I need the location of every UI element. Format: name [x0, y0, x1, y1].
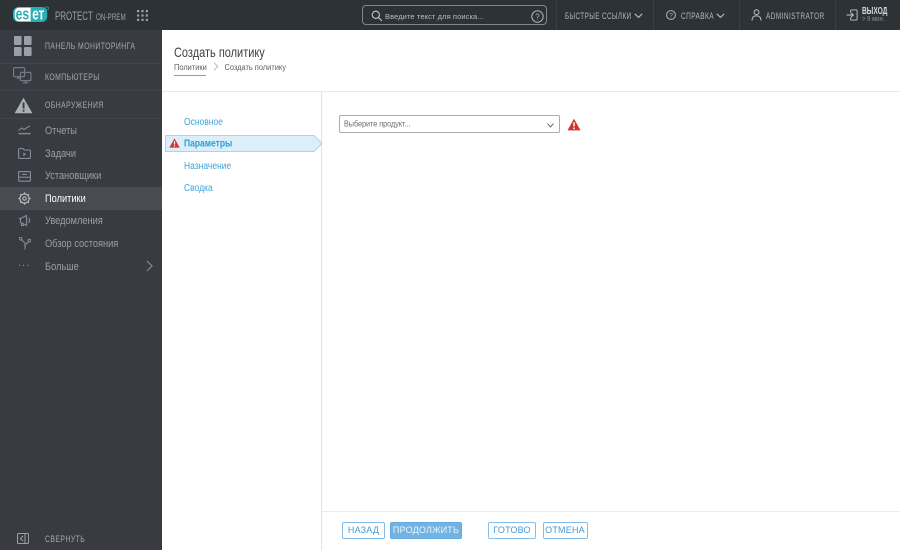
svg-text:es: es [16, 6, 30, 23]
svg-text:?: ? [535, 12, 540, 21]
svg-text:?: ? [669, 12, 673, 19]
svg-text:ет: ет [32, 6, 44, 23]
